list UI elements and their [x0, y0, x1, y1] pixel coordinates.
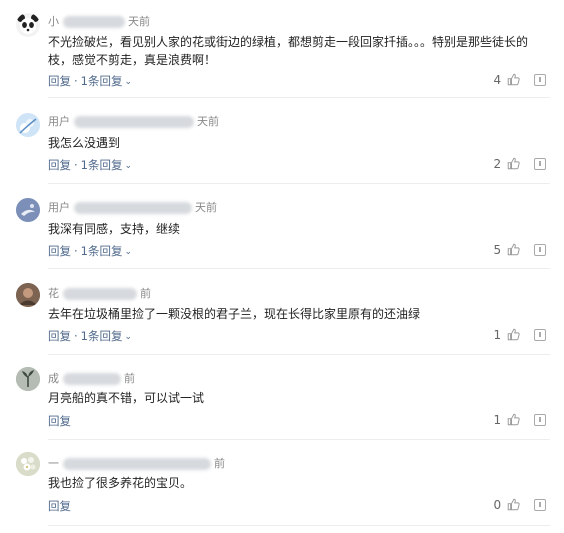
- thumbs-up-icon: [507, 413, 520, 426]
- comment-text: 不光捡破烂，看见别人家的花或街边的绿植，都想剪走一段回家扦插。。。特别是那些徒长…: [48, 35, 529, 67]
- like-button[interactable]: 0: [494, 498, 520, 512]
- blurred-user-info: [62, 373, 121, 385]
- comment-item: 用户 天前 我深有同感，支持，继续 回复 · 1条回复 ⌄ 5: [0, 183, 564, 269]
- comment-header: 成 前: [48, 370, 135, 386]
- thumbs-up-icon: [507, 328, 520, 341]
- comment-item: 用户 天前 我怎么没遇到 回复 · 1条回复 ⌄ 2: [0, 97, 564, 184]
- bird-avatar-icon: [16, 198, 40, 222]
- thumbs-up-icon: [507, 157, 520, 170]
- like-count: 1: [493, 328, 502, 342]
- view-replies-button[interactable]: 1条回复 ⌄: [81, 158, 132, 172]
- comment-item: 一 前 我也捡了很多养花的宝贝。 回复 0: [0, 439, 564, 533]
- username[interactable]: 一: [48, 457, 59, 470]
- view-replies-button[interactable]: 1条回复 ⌄: [81, 74, 132, 88]
- reply-button[interactable]: 回复: [48, 74, 71, 88]
- view-replies-button[interactable]: 1条回复 ⌄: [81, 329, 132, 343]
- chevron-down-icon: ⌄: [124, 247, 133, 257]
- comment-actions: 回复 · 1条回复 ⌄: [48, 74, 133, 88]
- comment-text: 去年在垃圾桶里捡了一颗没根的君子兰，现在长得比家里原有的还油绿: [48, 307, 421, 321]
- view-replies-button[interactable]: 1条回复 ⌄: [81, 244, 132, 258]
- comment-time: 前: [140, 287, 151, 300]
- user-avatar[interactable]: [16, 13, 40, 37]
- blurred-user-info: [62, 458, 211, 470]
- comment-time: 天前: [195, 201, 217, 214]
- comment-text: 我深有同感，支持，继续: [48, 222, 181, 236]
- photo-avatar-icon: [16, 283, 40, 307]
- comment-item: 成 前 月亮船的真不错，可以试一试 回复 1: [0, 354, 564, 440]
- report-icon[interactable]: [534, 244, 546, 256]
- blurred-user-info: [73, 116, 194, 128]
- blurred-user-info: [73, 202, 192, 214]
- divider: [48, 525, 550, 526]
- username[interactable]: 小: [48, 15, 59, 28]
- comment-actions: 回复 · 1条回复 ⌄: [48, 329, 133, 343]
- like-count: 2: [493, 157, 502, 171]
- user-avatar[interactable]: [16, 283, 40, 307]
- comment-item: 花 前 去年在垃圾桶里捡了一颗没根的君子兰，现在长得比家里原有的还油绿 回复 · 1…: [0, 268, 564, 355]
- comment-text: 我也捡了很多养花的宝贝。: [48, 476, 193, 490]
- thumbs-up-icon: [507, 498, 520, 511]
- comment-header: 小 天前: [48, 13, 150, 29]
- reply-button[interactable]: 回复: [48, 158, 71, 172]
- comment-actions: 回复 · 1条回复 ⌄: [48, 244, 133, 258]
- report-icon[interactable]: [534, 74, 546, 86]
- thumbs-up-icon: [507, 73, 520, 86]
- comment-actions: 回复: [48, 498, 71, 514]
- user-avatar[interactable]: [16, 113, 40, 137]
- like-button[interactable]: 2: [494, 157, 520, 171]
- blurred-user-info: [62, 16, 125, 28]
- user-avatar[interactable]: [16, 367, 40, 391]
- comment-header: 用户 天前: [48, 199, 217, 215]
- flowers-avatar-icon: [16, 452, 40, 476]
- comment-text: 月亮船的真不错，可以试一试: [48, 391, 205, 405]
- comment-item: 小 天前 不光捡破烂，看见别人家的花或街边的绿植，都想剪走一段回家扦插。。。特别…: [0, 0, 564, 98]
- like-count: 0: [493, 498, 502, 512]
- comment-text: 我怎么没遇到: [48, 136, 121, 150]
- report-icon[interactable]: [534, 158, 546, 170]
- reply-button[interactable]: 回复: [48, 414, 71, 428]
- comment-header: 花 前: [48, 285, 151, 301]
- comment-time: 天前: [197, 115, 219, 128]
- plant-avatar-icon: [16, 367, 40, 391]
- like-count: 4: [493, 73, 502, 87]
- chevron-down-icon: ⌄: [124, 161, 133, 171]
- like-button[interactable]: 1: [494, 413, 520, 427]
- comment-time: 前: [124, 372, 135, 385]
- chevron-down-icon: ⌄: [124, 77, 133, 87]
- report-icon[interactable]: [534, 499, 546, 511]
- thumbs-up-icon: [507, 243, 520, 256]
- comment-time: 天前: [128, 15, 150, 28]
- chevron-down-icon: ⌄: [124, 332, 133, 342]
- blurred-user-info: [62, 288, 137, 300]
- like-button[interactable]: 5: [494, 243, 520, 257]
- username[interactable]: 成: [48, 372, 59, 385]
- user-avatar[interactable]: [16, 452, 40, 476]
- like-count: 1: [493, 413, 502, 427]
- user-avatar[interactable]: [16, 198, 40, 222]
- comment-header: 一 前: [48, 455, 225, 471]
- report-icon[interactable]: [534, 414, 546, 426]
- report-icon[interactable]: [534, 329, 546, 341]
- like-count: 5: [493, 243, 502, 257]
- comment-header: 用户 天前: [48, 113, 219, 129]
- like-button[interactable]: 1: [494, 328, 520, 342]
- comment-actions: 回复: [48, 413, 71, 429]
- username[interactable]: 花: [48, 287, 59, 300]
- comment-time: 前: [214, 457, 225, 470]
- like-button[interactable]: 4: [494, 73, 520, 87]
- panda-avatar-icon: [16, 13, 40, 37]
- comment-actions: 回复 · 1条回复 ⌄: [48, 158, 133, 172]
- reply-button[interactable]: 回复: [48, 329, 71, 343]
- flower-avatar-icon: [16, 113, 40, 137]
- username[interactable]: 用户: [48, 201, 70, 214]
- reply-button[interactable]: 回复: [48, 244, 71, 258]
- reply-button[interactable]: 回复: [48, 499, 71, 513]
- username[interactable]: 用户: [48, 115, 70, 128]
